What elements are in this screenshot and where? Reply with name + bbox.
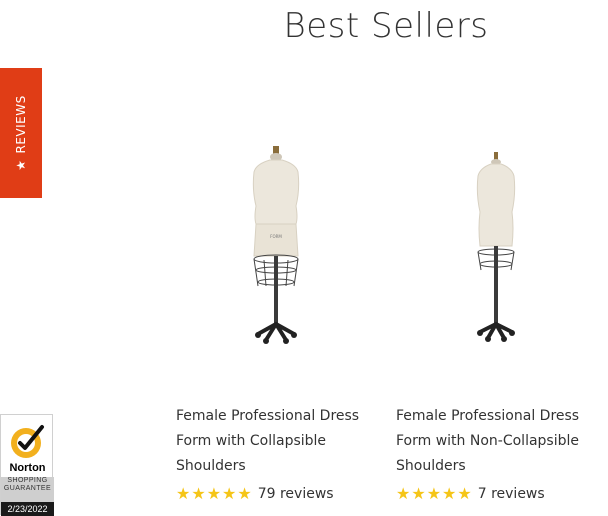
norton-shopping-guarantee-badge[interactable]: Norton SHOPPING GUARANTEE 2/23/2022 bbox=[0, 414, 54, 516]
star-icon: ★ bbox=[426, 484, 442, 503]
star-rating: ★ ★ ★ ★ ★ bbox=[396, 486, 472, 502]
star-icon: ★ bbox=[191, 484, 206, 503]
reviews-tab[interactable]: ★ REVIEWS bbox=[0, 68, 42, 198]
norton-brand: Norton bbox=[9, 462, 46, 474]
star-icon: ★ bbox=[222, 484, 237, 503]
star-icon: ★ bbox=[206, 484, 222, 503]
section-title: Best Sellers bbox=[283, 6, 489, 46]
norton-guarantee-label: SHOPPING GUARANTEE bbox=[1, 477, 54, 502]
star-rating: ★ ★ ★ ★ ★ bbox=[176, 486, 252, 502]
star-icon: ★ bbox=[14, 159, 28, 171]
svg-text:FORM: FORM bbox=[270, 234, 282, 239]
star-icon: ★ bbox=[396, 484, 411, 503]
product-name-link[interactable]: Female Professional Dress Form with Non-… bbox=[396, 404, 596, 479]
norton-check-icon bbox=[11, 425, 44, 458]
star-icon: ★ bbox=[457, 484, 472, 503]
review-count-link[interactable]: 79 reviews bbox=[258, 486, 334, 502]
star-icon: ★ bbox=[237, 484, 252, 503]
reviews-tab-label: REVIEWS bbox=[14, 95, 28, 154]
norton-date: 2/23/2022 bbox=[1, 502, 54, 516]
star-icon: ★ bbox=[442, 484, 457, 503]
star-icon: ★ bbox=[411, 484, 426, 503]
star-icon: ★ bbox=[176, 484, 191, 503]
dress-form-non-collapsible-image[interactable] bbox=[396, 120, 596, 370]
product-rating: ★ ★ ★ ★ ★ 79 reviews bbox=[176, 484, 334, 504]
review-count-link[interactable]: 7 reviews bbox=[478, 486, 545, 502]
product-name-link[interactable]: Female Professional Dress Form with Coll… bbox=[176, 404, 376, 479]
product-rating: ★ ★ ★ ★ ★ 7 reviews bbox=[396, 484, 545, 504]
dress-form-collapsible-image[interactable]: FORM bbox=[176, 120, 376, 370]
